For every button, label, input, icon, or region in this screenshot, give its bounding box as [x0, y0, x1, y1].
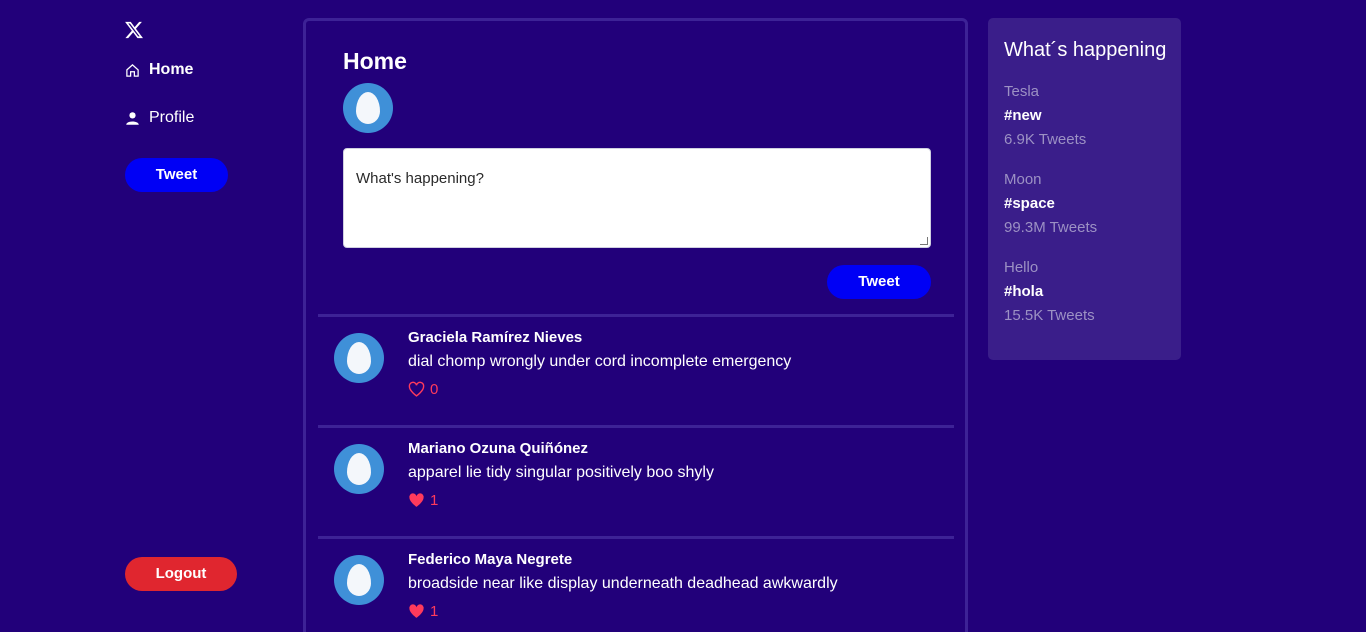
tweet-text: dial chomp wrongly under cord incomplete…	[408, 353, 792, 370]
sidebar-tweet-button[interactable]: Tweet	[125, 158, 228, 192]
tweet-author: Federico Maya Negrete	[408, 551, 573, 568]
avatar	[334, 555, 384, 605]
user-icon	[126, 111, 139, 125]
trend-item[interactable]: Tesla #new 6.9K Tweets	[1004, 80, 1086, 152]
egg-avatar-icon	[347, 564, 371, 596]
logout-button[interactable]: Logout	[125, 557, 237, 591]
like-button[interactable]: 0	[408, 381, 438, 398]
trend-hashtag: #hola	[1004, 283, 1044, 300]
page-title: Home	[343, 48, 407, 74]
nav-item-home[interactable]: Home	[125, 61, 193, 79]
avatar	[334, 444, 384, 494]
compose-tweet-button[interactable]: Tweet	[827, 265, 931, 299]
trend-count: 6.9K Tweets	[1004, 131, 1087, 148]
heart-filled-icon	[409, 493, 424, 507]
tweet-list: Graciela Ramírez Nieves dial chomp wrong…	[318, 314, 954, 632]
x-logo-icon[interactable]	[124, 20, 144, 40]
like-button[interactable]: 1	[408, 492, 438, 509]
trend-topic: Tesla	[1004, 83, 1040, 100]
trends-title: What´s happening	[1004, 39, 1167, 61]
trend-item[interactable]: Moon #space 99.3M Tweets	[1004, 168, 1097, 240]
tweet-item: Graciela Ramírez Nieves dial chomp wrong…	[318, 314, 954, 425]
compose-textarea[interactable]: What's happening?	[343, 148, 931, 248]
trend-topic: Moon	[1004, 171, 1042, 188]
heart-outline-icon	[408, 381, 425, 397]
tweet-text: broadside near like display underneath d…	[408, 575, 838, 592]
trend-item[interactable]: Hello #hola 15.5K Tweets	[1004, 256, 1095, 328]
nav-item-profile[interactable]: Profile	[125, 109, 194, 127]
avatar	[343, 83, 393, 133]
trend-count: 99.3M Tweets	[1004, 219, 1098, 236]
home-icon	[126, 63, 139, 77]
trends-panel: What´s happening Tesla #new 6.9K Tweets …	[988, 18, 1181, 360]
trend-topic: Hello	[1004, 259, 1039, 276]
tweet-text: apparel lie tidy singular positively boo…	[408, 464, 714, 481]
like-count: 1	[430, 492, 439, 509]
trend-hashtag: #space	[1004, 195, 1055, 212]
main-feed-panel: Home What's happening? Tweet Graciela Ra…	[303, 18, 968, 632]
trend-hashtag: #new	[1004, 107, 1042, 124]
resize-handle-icon[interactable]	[920, 237, 928, 245]
heart-filled-icon	[409, 604, 424, 618]
like-count: 1	[430, 603, 439, 620]
trend-count: 15.5K Tweets	[1004, 307, 1095, 324]
egg-avatar-icon	[347, 453, 371, 485]
tweet-author: Graciela Ramírez Nieves	[408, 329, 583, 346]
tweet-author: Mariano Ozuna Quiñónez	[408, 440, 589, 457]
tweet-item: Mariano Ozuna Quiñónez apparel lie tidy …	[318, 425, 954, 536]
like-button[interactable]: 1	[408, 603, 438, 620]
egg-avatar-icon	[356, 92, 380, 124]
left-sidebar: Home Profile Tweet Logout	[0, 0, 300, 632]
tweet-item: Federico Maya Negrete broadside near lik…	[318, 536, 954, 632]
avatar	[334, 333, 384, 383]
compose-placeholder: What's happening?	[356, 170, 484, 187]
nav-item-label: Profile	[149, 109, 195, 126]
like-count: 0	[430, 381, 439, 398]
egg-avatar-icon	[347, 342, 371, 374]
nav-item-label: Home	[149, 61, 194, 78]
